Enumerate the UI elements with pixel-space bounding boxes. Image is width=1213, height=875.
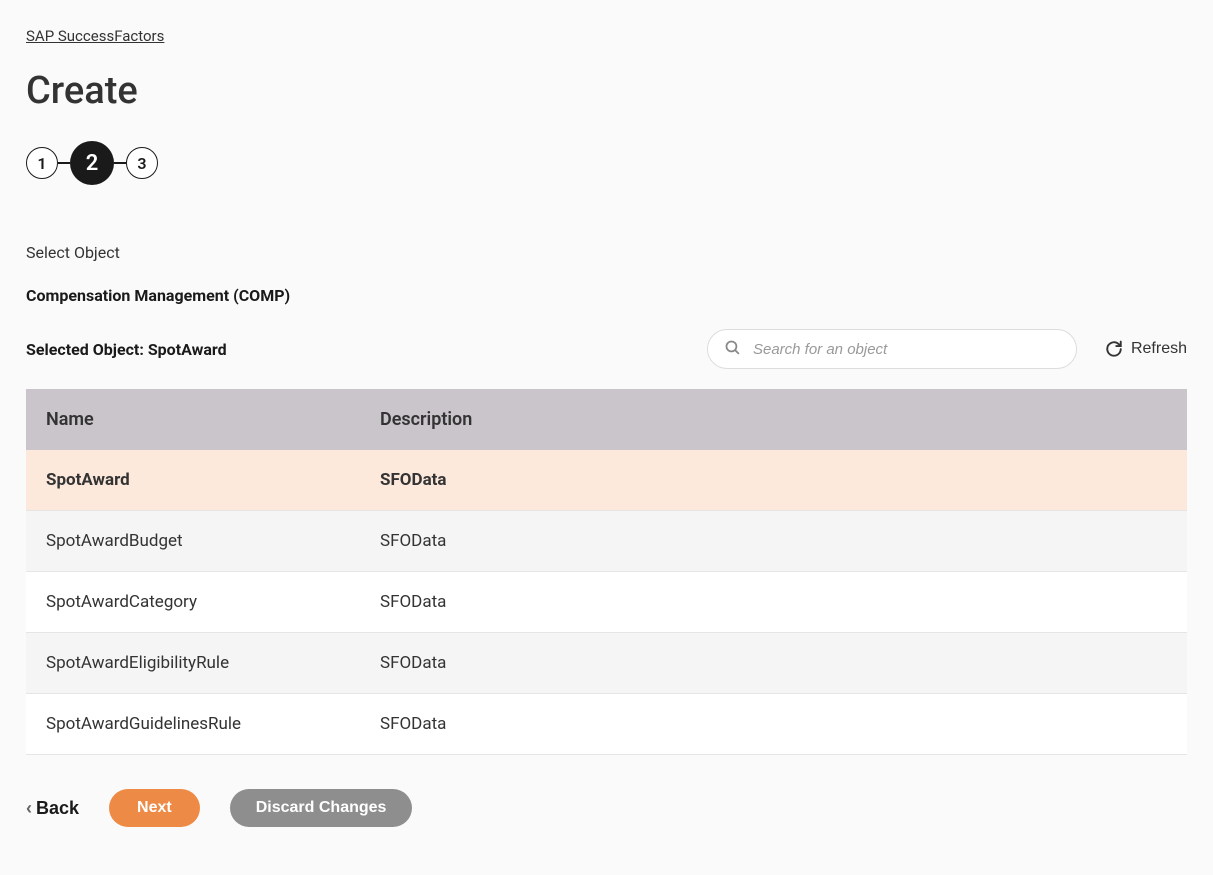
module-label: Compensation Management (COMP) [26, 286, 1187, 305]
step-connector [114, 162, 126, 164]
search-icon [724, 339, 741, 360]
table-cell-name: SpotAwardEligibilityRule [26, 633, 360, 693]
refresh-icon [1105, 340, 1123, 358]
next-button[interactable]: Next [109, 789, 200, 827]
search-input[interactable] [753, 341, 1060, 358]
refresh-button[interactable]: Refresh [1105, 340, 1187, 358]
selected-object-label: Selected Object: SpotAward [26, 340, 227, 359]
back-button[interactable]: ‹ Back [26, 798, 79, 819]
section-label: Select Object [26, 243, 1187, 262]
page-title: Create [26, 69, 1187, 113]
breadcrumb-link[interactable]: SAP SuccessFactors [26, 27, 164, 45]
table-body[interactable]: SpotAwardSFODataSpotAwardBudgetSFODataSp… [26, 450, 1187, 755]
step-connector [58, 162, 70, 164]
table-row[interactable]: SpotAwardCategorySFOData [26, 572, 1187, 633]
table-row[interactable]: SpotAwardEligibilityRuleSFOData [26, 633, 1187, 694]
step-2[interactable]: 2 [70, 141, 114, 185]
table-cell-name: SpotAwardBudget [26, 511, 360, 571]
table-row[interactable]: SpotAwardGuidelinesRuleSFOData [26, 694, 1187, 755]
discard-button[interactable]: Discard Changes [230, 789, 413, 827]
table-row[interactable]: SpotAwardBudgetSFOData [26, 511, 1187, 572]
table-cell-name: SpotAward [26, 450, 360, 510]
table-cell-description: SFOData [360, 572, 1187, 632]
table-cell-description: SFOData [360, 694, 1187, 754]
table-row[interactable]: SpotAwardSFOData [26, 450, 1187, 511]
search-box[interactable] [707, 329, 1077, 369]
object-table: Name Description SpotAwardSFODataSpotAwa… [26, 389, 1187, 755]
table-cell-description: SFOData [360, 511, 1187, 571]
table-cell-name: SpotAwardCategory [26, 572, 360, 632]
chevron-left-icon: ‹ [26, 798, 32, 819]
table-header-description: Description [360, 389, 1187, 450]
stepper: 1 2 3 [26, 141, 1187, 185]
step-1[interactable]: 1 [26, 147, 58, 179]
table-header: Name Description [26, 389, 1187, 450]
step-3[interactable]: 3 [126, 147, 158, 179]
refresh-label: Refresh [1131, 340, 1187, 358]
table-cell-description: SFOData [360, 633, 1187, 693]
table-header-name: Name [26, 389, 360, 450]
table-cell-description: SFOData [360, 450, 1187, 510]
back-label: Back [36, 798, 79, 819]
table-cell-name: SpotAwardGuidelinesRule [26, 694, 360, 754]
footer-actions: ‹ Back Next Discard Changes [0, 755, 1213, 847]
